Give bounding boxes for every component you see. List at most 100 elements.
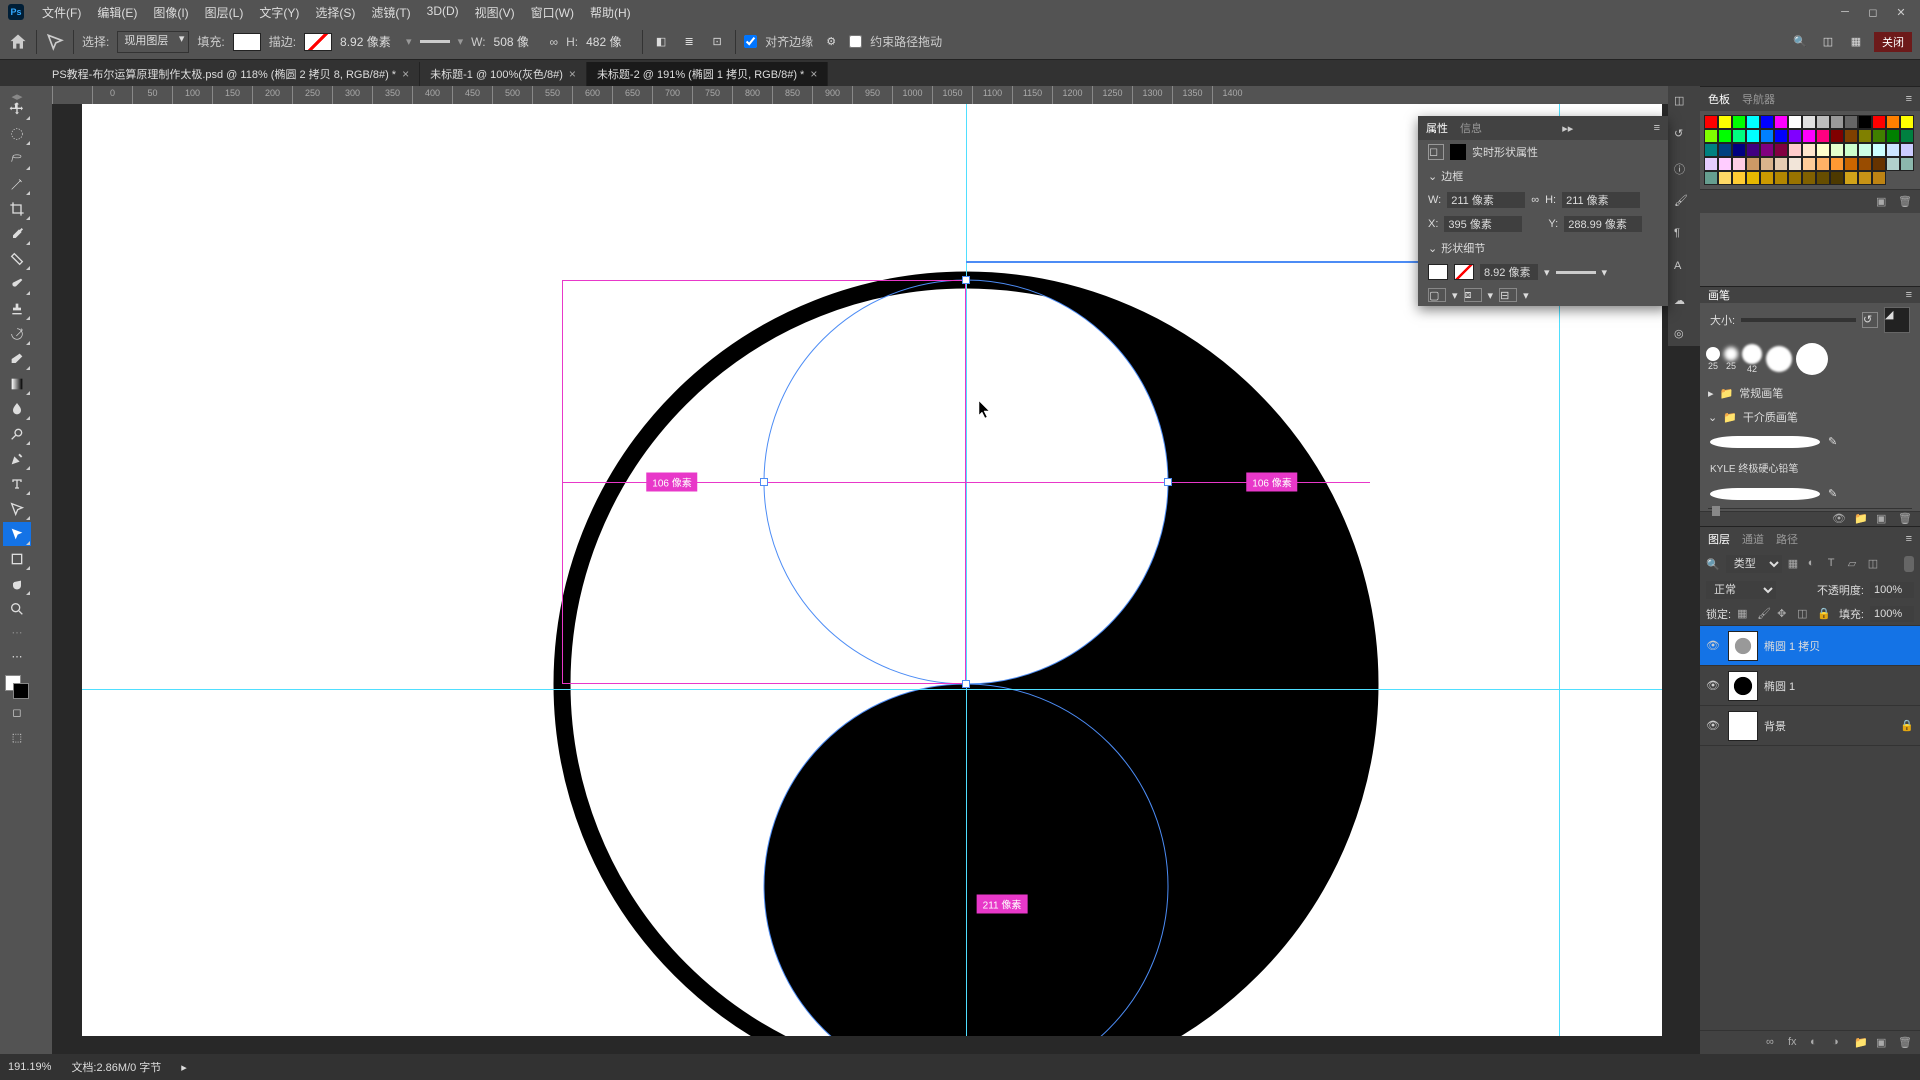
swatch[interactable]: [1718, 157, 1732, 171]
swatch[interactable]: [1802, 129, 1816, 143]
dodge-tool[interactable]: [3, 422, 31, 446]
prop-height-field[interactable]: [1562, 192, 1640, 208]
swatch[interactable]: [1746, 157, 1760, 171]
tab-channels[interactable]: 通道: [1742, 531, 1764, 547]
menu-type[interactable]: 文字(Y): [251, 4, 307, 21]
menu-layer[interactable]: 图层(L): [197, 4, 252, 21]
ruler-vertical[interactable]: [34, 104, 52, 1054]
menu-view[interactable]: 视图(V): [467, 4, 523, 21]
swatch[interactable]: [1802, 157, 1816, 171]
swatch[interactable]: [1858, 157, 1872, 171]
swatch[interactable]: [1816, 115, 1830, 129]
swatch[interactable]: [1774, 115, 1788, 129]
swatch[interactable]: [1760, 129, 1774, 143]
doc-size[interactable]: 文档:2.86M/0 字节: [71, 1059, 161, 1075]
swatch[interactable]: [1872, 157, 1886, 171]
swatch[interactable]: [1830, 115, 1844, 129]
arrange-icon[interactable]: ⊡: [707, 32, 727, 52]
brush-item[interactable]: ✎: [1700, 481, 1920, 506]
swatch[interactable]: [1816, 143, 1830, 157]
visibility-icon[interactable]: 👁: [1706, 639, 1722, 652]
workspace-icon[interactable]: ◫: [1818, 32, 1838, 52]
filter-pixel-icon[interactable]: ▦: [1788, 557, 1802, 571]
menu-select[interactable]: 选择(S): [307, 4, 363, 21]
eyedropper-tool[interactable]: [3, 222, 31, 246]
heal-tool[interactable]: [3, 247, 31, 271]
blend-mode-dropdown[interactable]: 正常: [1706, 581, 1776, 599]
swatch[interactable]: [1788, 157, 1802, 171]
menu-help[interactable]: 帮助(H): [582, 4, 639, 21]
swatch[interactable]: [1774, 157, 1788, 171]
tab-navigator[interactable]: 导航器: [1742, 91, 1775, 107]
cc-icon[interactable]: ◎: [1674, 327, 1694, 346]
path-ops-icon[interactable]: ◧: [651, 32, 671, 52]
new-swatch-icon[interactable]: ▣: [1876, 195, 1890, 209]
swatch[interactable]: [1774, 171, 1788, 185]
collapse-icon[interactable]: ▸▸: [1562, 122, 1573, 135]
gradient-tool[interactable]: [3, 372, 31, 396]
mask-icon[interactable]: ◐: [1810, 1036, 1824, 1050]
lock-trans-icon[interactable]: ▦: [1737, 607, 1751, 621]
swatch[interactable]: [1858, 115, 1872, 129]
swatch[interactable]: [1704, 143, 1718, 157]
swatch[interactable]: [1802, 171, 1816, 185]
move-tool[interactable]: [3, 97, 31, 121]
menu-window[interactable]: 窗口(W): [523, 4, 582, 21]
brush-slider[interactable]: [1708, 508, 1912, 509]
guide-vertical[interactable]: [966, 104, 967, 1036]
zoom-tool[interactable]: [3, 597, 31, 621]
paragraph-icon[interactable]: ¶: [1674, 227, 1694, 246]
section-shape-detail[interactable]: ⌄形状细节: [1418, 236, 1668, 260]
tab-layers[interactable]: 图层: [1708, 531, 1730, 547]
new-layer-icon[interactable]: ▣: [1876, 1036, 1890, 1050]
history-icon[interactable]: ↺: [1674, 127, 1694, 146]
panel-menu-icon[interactable]: ≡: [1906, 533, 1912, 545]
color-swatches[interactable]: [5, 675, 29, 699]
swatch[interactable]: [1858, 171, 1872, 185]
swatch[interactable]: [1816, 129, 1830, 143]
swatch[interactable]: [1858, 129, 1872, 143]
swatch[interactable]: [1718, 129, 1732, 143]
swatch[interactable]: [1830, 171, 1844, 185]
anchor-point[interactable]: [962, 276, 970, 284]
swatch[interactable]: [1830, 157, 1844, 171]
swatch[interactable]: [1774, 129, 1788, 143]
lock-pos-icon[interactable]: ✥: [1777, 607, 1791, 621]
lasso-tool[interactable]: [3, 147, 31, 171]
direct-selection-tool[interactable]: [3, 522, 31, 546]
swatch[interactable]: [1732, 143, 1746, 157]
layer-thumbnail[interactable]: [1728, 631, 1758, 661]
swatch[interactable]: [1732, 115, 1746, 129]
tab-paths[interactable]: 路径: [1776, 531, 1798, 547]
delete-brush-icon[interactable]: 🗑: [1898, 512, 1912, 526]
swatch[interactable]: [1900, 129, 1914, 143]
edit-toolbar[interactable]: ⋯: [3, 644, 31, 668]
prop-y-field[interactable]: [1564, 216, 1642, 232]
filter-type-icon[interactable]: T: [1828, 557, 1842, 571]
visibility-icon[interactable]: 👁: [1706, 679, 1722, 692]
anchor-point[interactable]: [760, 478, 768, 486]
group-icon[interactable]: 📁: [1854, 1036, 1868, 1050]
brush-folder[interactable]: ▸📁常规画笔: [1700, 381, 1920, 405]
stroke-swatch[interactable]: [304, 33, 332, 51]
menu-file[interactable]: 文件(F): [34, 4, 89, 21]
close-button[interactable]: ✕: [1890, 4, 1912, 20]
swatch[interactable]: [1746, 171, 1760, 185]
swatch[interactable]: [1802, 143, 1816, 157]
prop-x-field[interactable]: [1444, 216, 1522, 232]
fill-swatch[interactable]: [233, 33, 261, 51]
swatch[interactable]: [1844, 143, 1858, 157]
brush-folder[interactable]: ⌄📁干介质画笔: [1700, 405, 1920, 429]
tab-brushes[interactable]: 画笔: [1708, 287, 1730, 303]
link-icon[interactable]: ∞: [550, 35, 559, 49]
brush-size-slider[interactable]: [1741, 318, 1856, 322]
swatch[interactable]: [1704, 157, 1718, 171]
swatch[interactable]: [1886, 129, 1900, 143]
panel-menu-icon[interactable]: ≡: [1906, 93, 1912, 105]
align-icon[interactable]: ≣: [679, 32, 699, 52]
libraries-icon[interactable]: ☁: [1674, 294, 1694, 313]
layer-thumbnail[interactable]: [1728, 711, 1758, 741]
menu-3d[interactable]: 3D(D): [419, 4, 467, 21]
screenmode-tool[interactable]: ⬚: [3, 725, 31, 749]
cap-icon[interactable]: ▢: [1428, 288, 1446, 302]
